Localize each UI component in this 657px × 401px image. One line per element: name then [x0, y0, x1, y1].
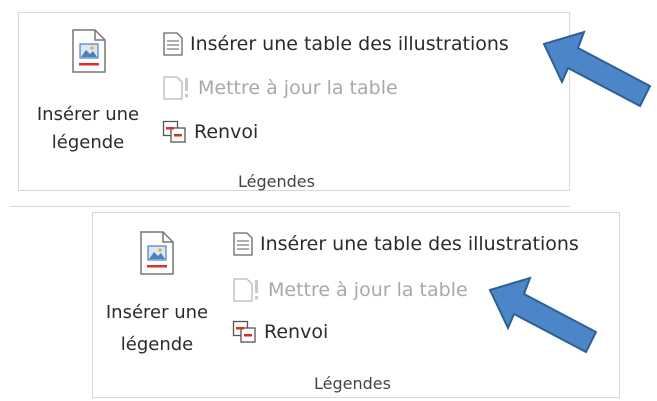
cross-reference-button[interactable]: Renvoi [162, 120, 258, 144]
insert-caption-label-line1: Insérer une [105, 302, 209, 323]
insert-caption-label-line1: Insérer une [36, 104, 140, 125]
update-table-icon [162, 76, 192, 100]
panel-bottom-top-border [10, 206, 570, 207]
cross-reference-icon [162, 120, 188, 144]
cross-reference-icon [232, 320, 258, 344]
table-of-figures-icon [232, 232, 254, 256]
insert-table-of-figures-label: Insérer une table des illustrations [260, 233, 579, 255]
insert-caption-label-line2: légende [51, 132, 125, 153]
update-table-button[interactable]: Mettre à jour la table [162, 76, 398, 100]
group-label-captions: Légendes [314, 374, 391, 393]
update-table-button[interactable]: Mettre à jour la table [232, 278, 468, 302]
update-table-icon [232, 278, 262, 302]
cross-reference-button[interactable]: Renvoi [232, 320, 328, 344]
insert-caption-icon [139, 230, 175, 276]
panel-top-top-border [18, 12, 570, 13]
insert-caption-icon [71, 28, 107, 74]
pointer-arrow-icon [478, 270, 603, 360]
group-label-captions: Légendes [238, 172, 315, 191]
insert-table-of-figures-button[interactable]: Insérer une table des illustrations [162, 32, 509, 56]
insert-caption-label-line2: légende [120, 334, 194, 355]
cross-reference-label: Renvoi [264, 321, 329, 343]
insert-caption-button[interactable]: Insérer une légende [97, 228, 217, 368]
insert-caption-button[interactable]: Insérer une légende [28, 24, 148, 164]
table-of-figures-icon [162, 32, 184, 56]
pointer-arrow-icon [532, 24, 657, 114]
update-table-label: Mettre à jour la table [268, 279, 468, 301]
insert-table-of-figures-button[interactable]: Insérer une table des illustrations [232, 232, 579, 256]
cross-reference-label: Renvoi [194, 121, 259, 143]
update-table-label: Mettre à jour la table [198, 77, 398, 99]
insert-table-of-figures-label: Insérer une table des illustrations [190, 33, 509, 55]
